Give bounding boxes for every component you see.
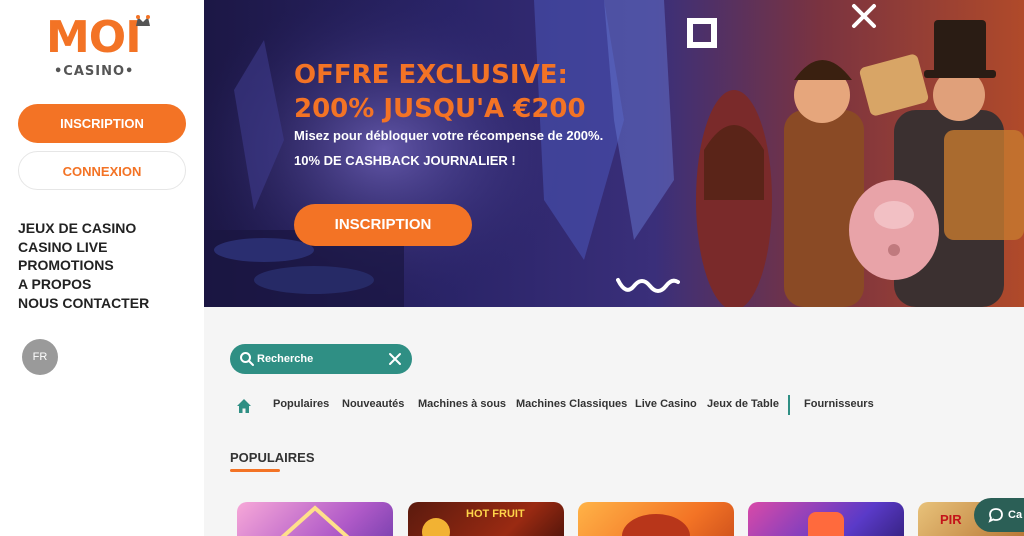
- page: MOI •CASINO• INSCRIPTION CONNEXION JEUX …: [0, 0, 1024, 536]
- tab-machines-a-sous[interactable]: Machines à sous: [418, 396, 506, 412]
- square-icon[interactable]: [686, 17, 718, 49]
- sidebar-nav: JEUX DE CASINO CASINO LIVE PROMOTIONS A …: [18, 219, 149, 313]
- game-tile-2-label: HOT FRUIT: [466, 508, 525, 520]
- hero-title: OFFRE EXCLUSIVE: 200% JUSQU'A €200: [294, 58, 586, 126]
- tab-divider: [788, 395, 790, 415]
- chat-bubble-icon: [988, 508, 1003, 523]
- nav-item-casino-live[interactable]: CASINO LIVE: [18, 238, 149, 257]
- hero-text-line2: 10% DE CASHBACK JOURNALIER !: [294, 153, 516, 168]
- nav-item-jeux-de-casino[interactable]: JEUX DE CASINO: [18, 219, 149, 238]
- game-tile-1-art: [280, 505, 350, 536]
- nav-item-a-propos[interactable]: A PROPOS: [18, 275, 149, 294]
- language-selector[interactable]: FR: [22, 339, 58, 375]
- game-tile-4-art: [808, 512, 844, 536]
- inscription-button[interactable]: INSCRIPTION: [18, 104, 186, 143]
- tab-machines-classiques[interactable]: Machines Classiques: [516, 396, 627, 412]
- chat-button[interactable]: Ca: [974, 498, 1024, 532]
- tab-fournisseurs[interactable]: Fournisseurs: [804, 396, 874, 412]
- game-tile-hot-fruit[interactable]: HOT FRUIT: [408, 502, 564, 536]
- game-tile-3-art: [622, 514, 690, 536]
- moi-casino-logo[interactable]: MOI •CASINO•: [46, 14, 156, 84]
- logo-main-text: MOI: [46, 12, 142, 63]
- section-underline: [230, 469, 280, 472]
- search-bar[interactable]: Recherche: [230, 344, 412, 374]
- game-tile-3[interactable]: [578, 502, 734, 536]
- search-input[interactable]: Recherche: [257, 344, 313, 374]
- clear-search-icon[interactable]: [388, 352, 402, 366]
- tab-populaires[interactable]: Populaires: [273, 396, 329, 412]
- close-icon[interactable]: [850, 2, 878, 30]
- section-title: POPULAIRES: [230, 450, 315, 465]
- connexion-button[interactable]: CONNEXION: [18, 151, 186, 190]
- tab-live-casino[interactable]: Live Casino: [635, 396, 697, 412]
- wave-icon: [616, 278, 680, 293]
- chat-label: Ca: [1008, 509, 1023, 521]
- tab-jeux-de-table[interactable]: Jeux de Table: [707, 396, 779, 412]
- tab-nouveautes[interactable]: Nouveautés: [342, 396, 404, 412]
- search-icon: [240, 352, 254, 366]
- nav-item-nous-contacter[interactable]: NOUS CONTACTER: [18, 294, 149, 313]
- hero-inscription-button[interactable]: INSCRIPTION: [294, 204, 472, 246]
- sidebar: MOI •CASINO• INSCRIPTION CONNEXION JEUX …: [0, 0, 204, 536]
- hero-text-line1: Misez pour débloquer votre récompense de…: [294, 128, 604, 143]
- hero-title-line2: 200% JUSQU'A €200: [294, 94, 586, 124]
- nav-item-promotions[interactable]: PROMOTIONS: [18, 256, 149, 275]
- hero-title-line1: OFFRE EXCLUSIVE:: [294, 60, 568, 90]
- hero-banner: OFFRE EXCLUSIVE: 200% JUSQU'A €200 Misez…: [204, 0, 1024, 307]
- home-icon[interactable]: [236, 398, 252, 414]
- logo-sub-text: •CASINO•: [54, 64, 135, 79]
- game-tile-5-label: PIR: [940, 512, 962, 527]
- game-tile-4[interactable]: [748, 502, 904, 536]
- jester-hat-icon: [136, 15, 150, 26]
- game-tile-1[interactable]: [237, 502, 393, 536]
